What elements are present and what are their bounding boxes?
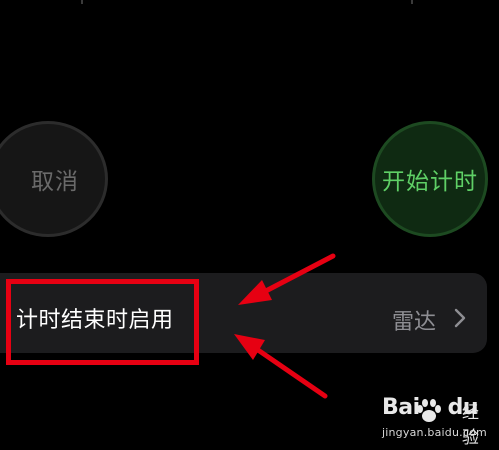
cancel-button-label: 取消 [31, 169, 79, 195]
watermark-url: jingyan.baidu.com [382, 426, 487, 439]
start-timer-button-label: 开始计时 [382, 169, 478, 195]
annotation-highlight-box [6, 279, 199, 365]
when-timer-ends-value: 雷达 [392, 310, 437, 335]
baidu-jingyan-watermark: Bai du 经验 jingyan.baidu.com [378, 395, 494, 448]
timer-screen: 取消 开始计时 计时结束时启用 雷达 Bai du 经验 jingyan.baid… [0, 0, 499, 450]
chevron-right-icon [454, 308, 466, 328]
top-tick-marks [81, 0, 413, 4]
watermark-product: 经验 [462, 403, 479, 448]
cancel-button[interactable]: 取消 [0, 121, 108, 237]
start-timer-button[interactable]: 开始计时 [372, 121, 488, 237]
paw-icon [417, 399, 441, 422]
